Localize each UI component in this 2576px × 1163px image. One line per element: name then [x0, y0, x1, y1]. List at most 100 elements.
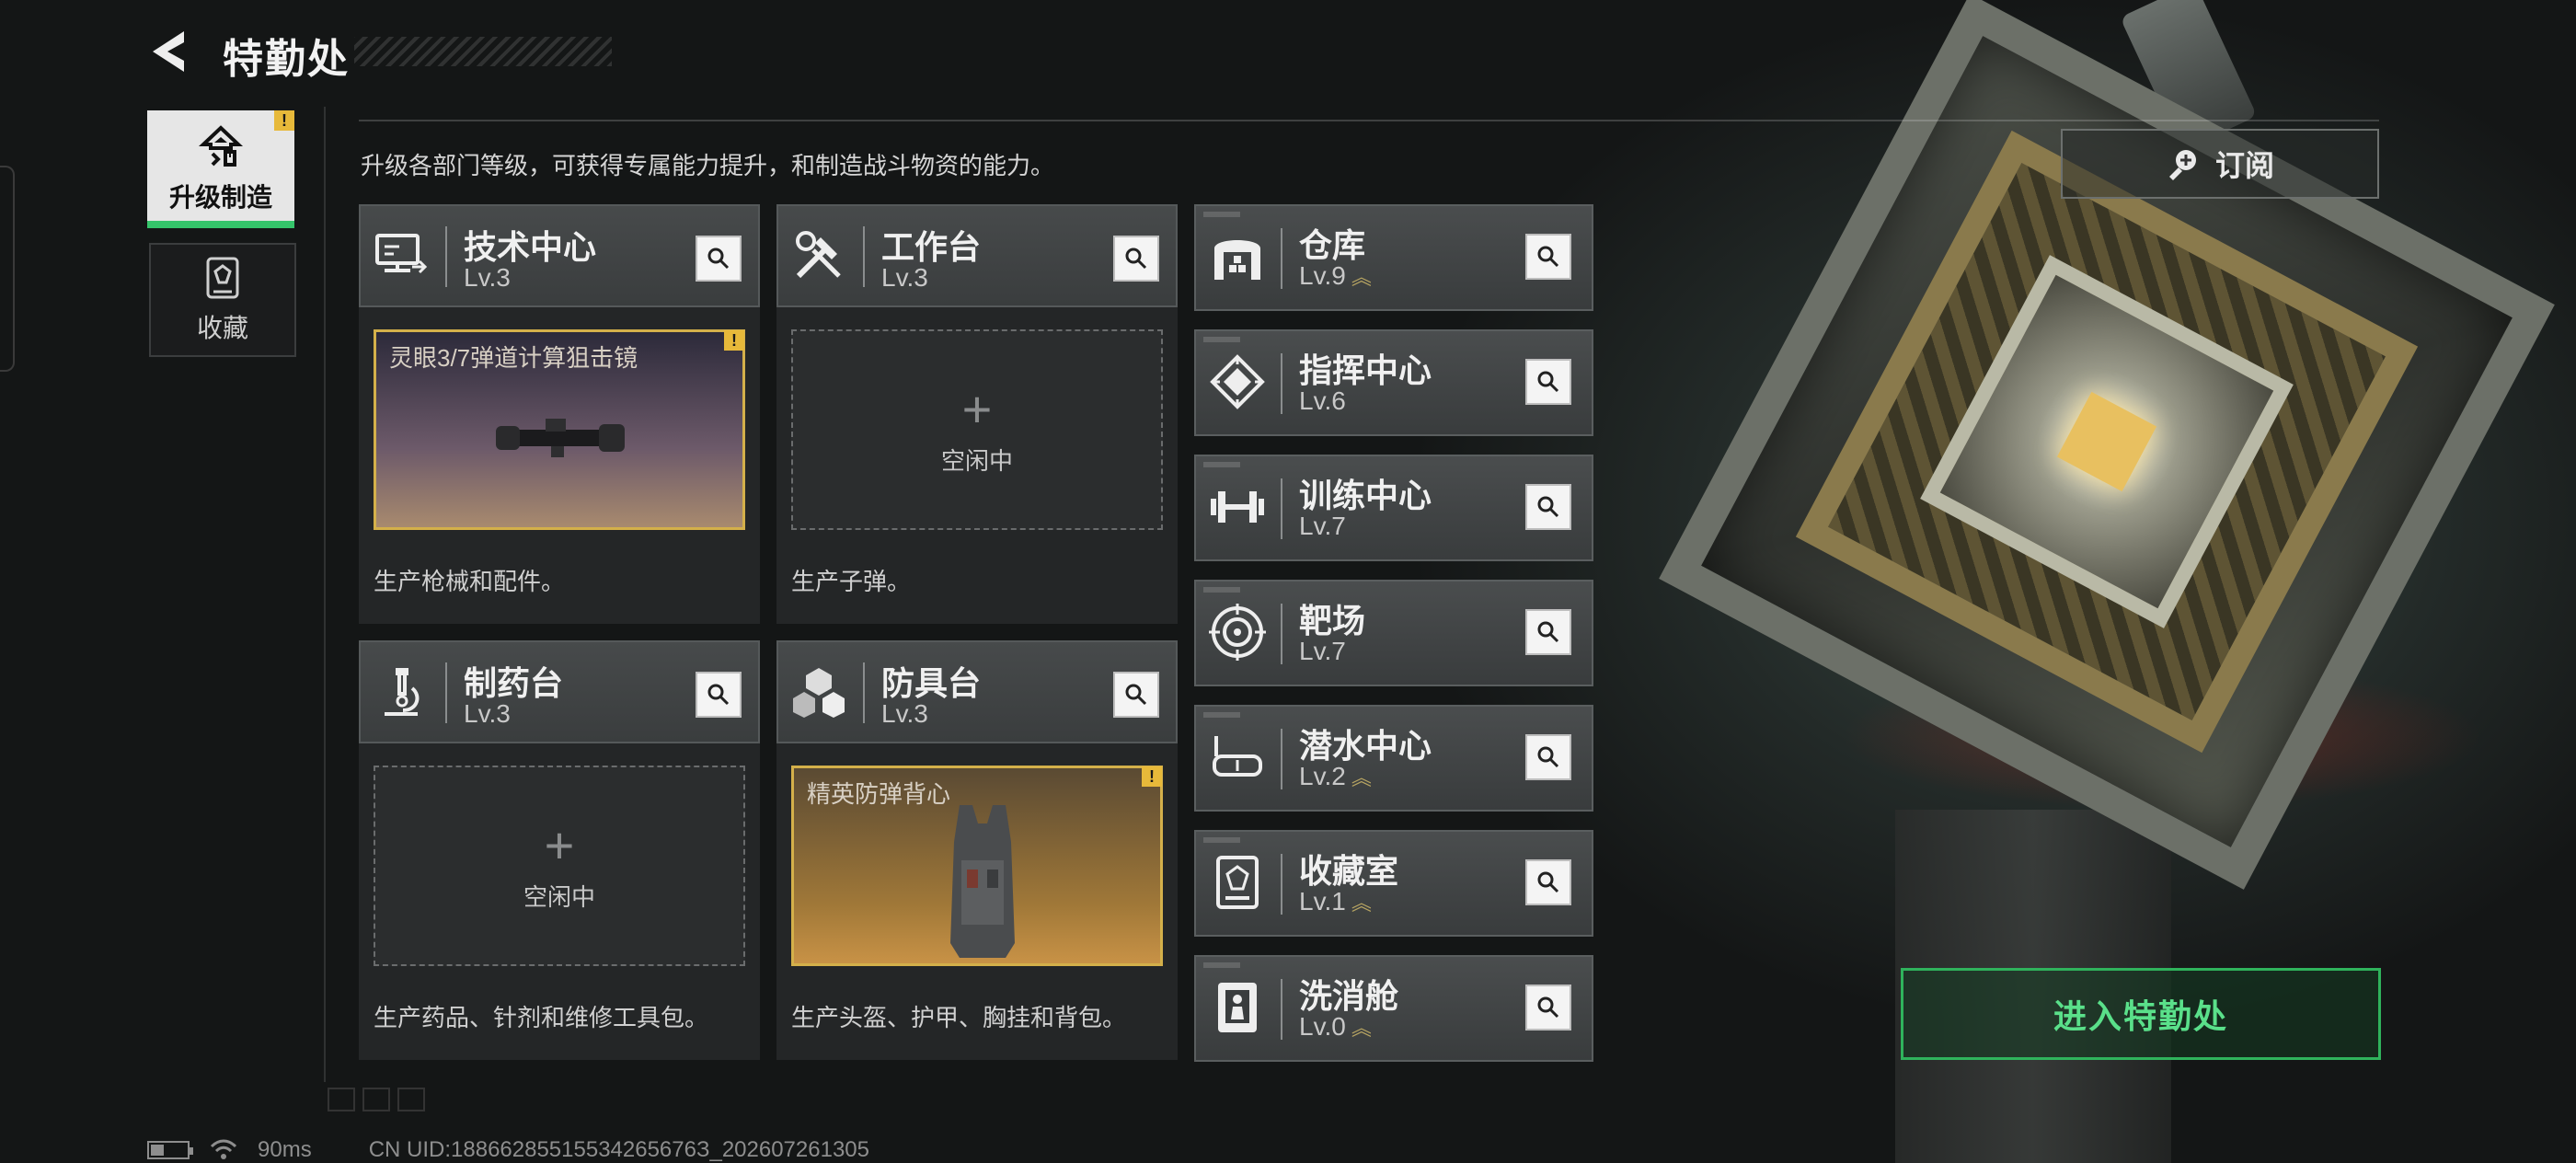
ping-readout: 90ms: [258, 1137, 312, 1162]
page-description: 升级各部门等级，可获得专属能力提升，和制造战斗物资的能力。: [361, 152, 1055, 179]
tab-label: 升级制造: [168, 183, 272, 212]
collection-icon: [206, 257, 239, 299]
search-button[interactable]: [1525, 234, 1571, 280]
divider-horizontal: [359, 120, 2379, 121]
search-icon: [1537, 621, 1559, 643]
department-name: 训练中心: [1299, 477, 1432, 514]
user-uid: CN UID:18866285515534265676З_20260726130…: [368, 1137, 869, 1162]
target-icon: [1209, 604, 1266, 661]
department-card-warehouse[interactable]: 仓库 Lv.9 ︽: [1194, 204, 1593, 311]
search-icon: [707, 248, 730, 270]
search-icon: [1537, 871, 1559, 893]
search-button[interactable]: [1525, 859, 1571, 905]
department-level: Lv.3: [881, 263, 928, 292]
upgrade-available-icon: ︽: [1351, 892, 1372, 915]
wifi-icon: [210, 1139, 237, 1159]
search-button[interactable]: [1525, 359, 1571, 405]
search-button[interactable]: [1113, 236, 1159, 282]
card-header: 技术中心 Lv.3: [359, 204, 760, 307]
warehouse-icon: [1214, 240, 1260, 280]
diving-mask-icon: [1213, 736, 1262, 777]
department-name: 收藏室: [1299, 852, 1399, 890]
decon-icon: [1218, 983, 1257, 1032]
department-name: 制药台: [464, 664, 564, 702]
dumbbell-icon: [1211, 491, 1264, 523]
alert-badge: !: [724, 330, 744, 351]
alert-badge: !: [274, 110, 294, 131]
vest-item-image: [950, 805, 1015, 958]
monitor-icon: [375, 234, 428, 274]
department-card-pharmacy[interactable]: 制药台 Lv.3 + 空闲中 生产药品、针剂和维修工具包。: [359, 640, 760, 1060]
plus-icon: +: [961, 379, 993, 438]
department-description: 生产药品、针剂和维修工具包。: [374, 1004, 709, 1031]
department-name: 仓库: [1299, 226, 1366, 264]
microscope-icon: [385, 668, 420, 716]
department-name: 靶场: [1299, 602, 1366, 639]
search-icon: [1537, 371, 1559, 393]
department-level: Lv.1 ︽: [1299, 887, 1372, 915]
department-level: Lv.6: [1299, 386, 1346, 415]
department-level: Lv.0 ︽: [1299, 1012, 1372, 1041]
department-card-decontamination[interactable]: 洗消舱 Lv.0 ︽: [1194, 955, 1593, 1062]
department-card-tech-center[interactable]: 技术中心 Lv.3 灵眼3/7弹道计算狙击镜 ! 生产枪械和配件。: [359, 204, 760, 624]
production-slot-empty[interactable]: + 空闲中: [791, 329, 1163, 530]
enter-special-ops-button[interactable]: 进入特勤处: [1901, 968, 2381, 1060]
upgrade-available-icon: ︽: [1351, 766, 1372, 789]
upgrade-available-icon: ︽: [1351, 266, 1372, 289]
slot-item-name: 精英防弹背心: [807, 780, 951, 808]
department-card-shooting-range[interactable]: 靶场 Lv.7: [1194, 580, 1593, 686]
search-button[interactable]: [1525, 985, 1571, 1031]
search-icon: [1537, 996, 1559, 1019]
command-icon: [1210, 354, 1265, 409]
card-header: 制药台 Lv.3: [359, 640, 760, 743]
tab-upgrade-manufacture[interactable]: 升级制造 !: [147, 110, 294, 228]
search-button[interactable]: [1525, 484, 1571, 530]
footer-decoration: [328, 1088, 425, 1111]
search-button[interactable]: [696, 672, 742, 718]
subscribe-icon: [2168, 150, 2196, 180]
tab-collection[interactable]: 收藏: [149, 243, 296, 357]
divider-vertical: [324, 107, 326, 1082]
department-card-command-center[interactable]: 指挥中心 Lv.6: [1194, 329, 1593, 436]
department-level: Lv.7: [1299, 512, 1346, 540]
search-icon: [1537, 746, 1559, 768]
subscribe-label: 订阅: [2214, 149, 2274, 182]
search-icon: [1125, 684, 1147, 706]
back-arrow-icon[interactable]: [147, 28, 191, 75]
department-description: 生产子弹。: [791, 568, 912, 595]
department-name: 防具台: [881, 664, 982, 702]
department-level: Lv.7: [1299, 637, 1346, 665]
slot-status: 空闲中: [523, 882, 595, 911]
department-card-workbench[interactable]: 工作台 Lv.3 + 空闲中 生产子弹。: [776, 204, 1178, 624]
page-title: 特勤处: [223, 37, 350, 82]
search-icon: [1537, 246, 1559, 268]
department-card-collection-room[interactable]: 收藏室 Lv.1 ︽: [1194, 830, 1593, 937]
cubes-icon: [793, 668, 845, 718]
upgrade-icon: [198, 125, 244, 167]
plus-icon: +: [544, 815, 575, 874]
status-bar: 90ms CN UID:18866285515534265676З_202607…: [147, 1137, 869, 1163]
search-icon: [1125, 248, 1147, 270]
search-button[interactable]: [1113, 672, 1159, 718]
subscribe-button[interactable]: 订阅: [2061, 129, 2379, 199]
department-card-armor-bench[interactable]: 防具台 Lv.3 精英防弹背心 ! 生产头盔、护甲、胸挂和背包。: [776, 640, 1178, 1060]
department-card-diving-center[interactable]: 潜水中心 Lv.2 ︽: [1194, 705, 1593, 812]
department-description: 生产枪械和配件。: [374, 568, 566, 595]
collection-icon: [1216, 856, 1259, 909]
production-slot-filled[interactable]: 灵眼3/7弹道计算狙击镜 !: [374, 329, 745, 530]
department-level: Lv.2 ︽: [1299, 762, 1372, 790]
department-name: 洗消舱: [1299, 977, 1399, 1015]
department-name: 工作台: [881, 228, 982, 266]
upgrade-available-icon: ︽: [1351, 1017, 1372, 1040]
production-slot-empty[interactable]: + 空闲中: [374, 766, 745, 966]
slot-status: 空闲中: [940, 446, 1013, 475]
department-card-training-center[interactable]: 训练中心 Lv.7: [1194, 455, 1593, 561]
department-level: Lv.9 ︽: [1299, 261, 1372, 290]
search-icon: [1537, 496, 1559, 518]
department-name: 指挥中心: [1299, 351, 1432, 389]
production-slot-filled[interactable]: 精英防弹背心 !: [791, 766, 1163, 966]
search-button[interactable]: [696, 236, 742, 282]
search-button[interactable]: [1525, 609, 1571, 655]
search-button[interactable]: [1525, 734, 1571, 780]
scope-item-image: [496, 419, 625, 457]
